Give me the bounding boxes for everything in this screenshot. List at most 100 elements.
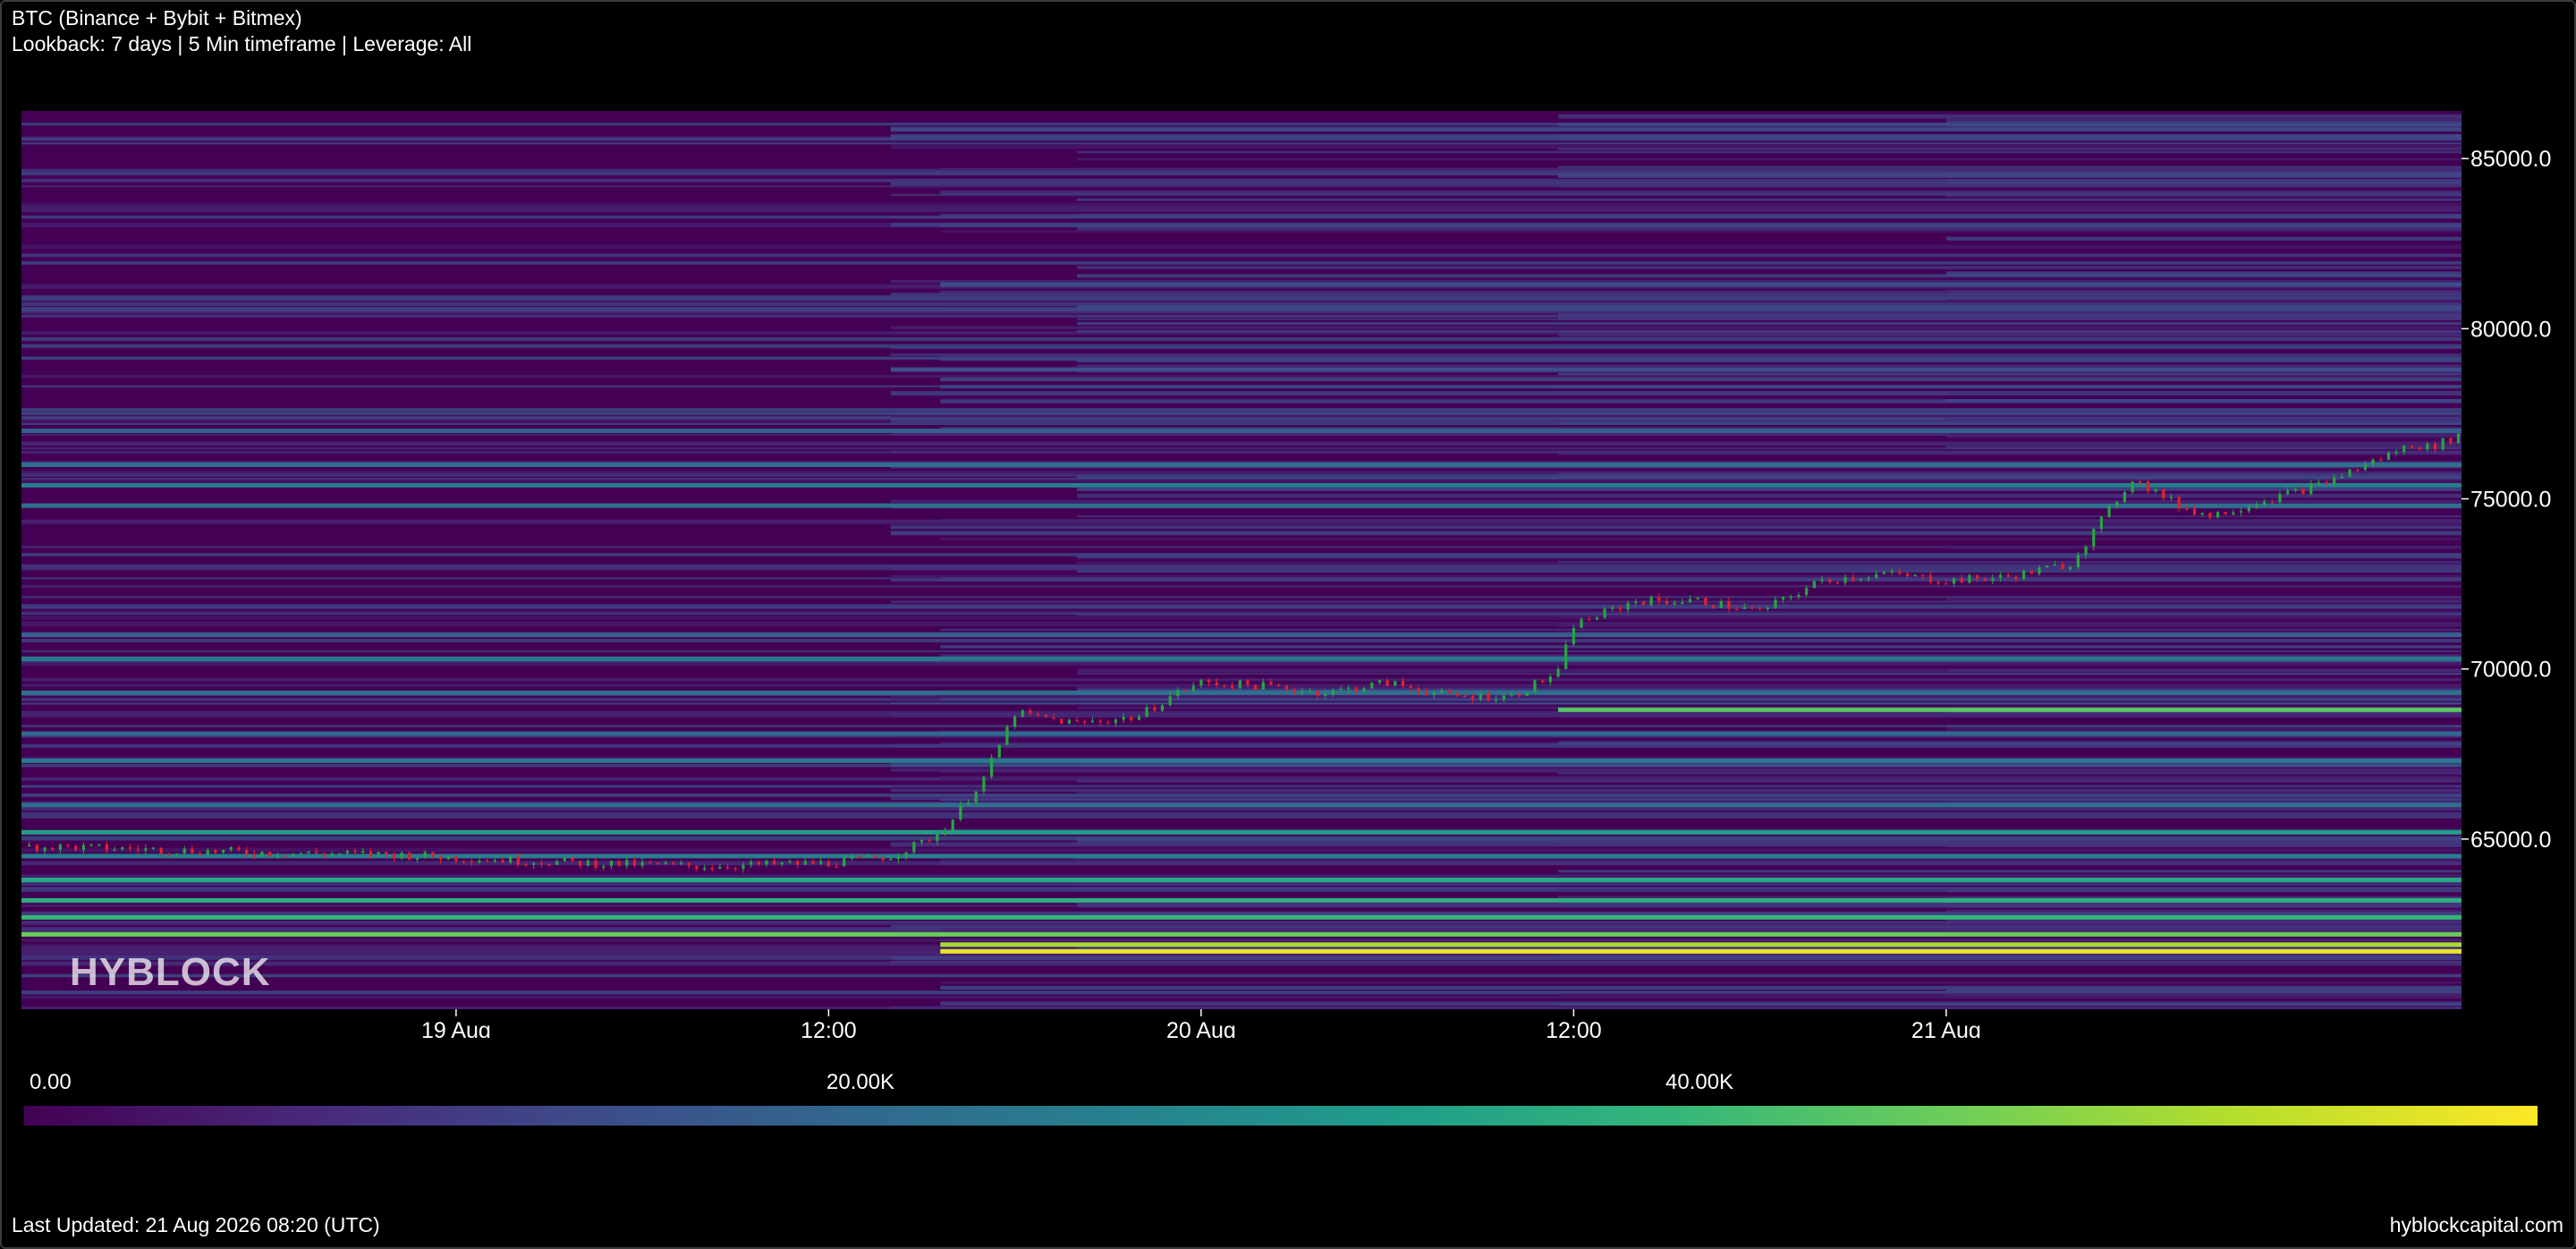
heat-band [940, 167, 2462, 171]
heat-band [1558, 838, 2462, 843]
candle-body [268, 852, 272, 856]
y-tick-label: 75000.0 [2470, 488, 2551, 513]
candle-body [943, 831, 947, 835]
heat-band [1077, 514, 2462, 518]
candle-body [741, 864, 745, 869]
candle-body [1719, 601, 1723, 608]
candle-body [2449, 438, 2453, 444]
candle-body [113, 849, 116, 851]
candle-body [1711, 605, 1716, 608]
candle-body [1417, 687, 1420, 692]
candle-body [640, 862, 644, 866]
candle-body [1230, 685, 1234, 689]
candle-body [2410, 446, 2414, 448]
candle-body [602, 866, 606, 868]
candle-body [2123, 492, 2127, 503]
heat-band [21, 861, 2462, 866]
liquidation-level [21, 877, 2462, 882]
candle-body [524, 863, 528, 866]
heat-band [21, 911, 2462, 916]
heat-band [890, 843, 2462, 847]
heat-band [21, 610, 2462, 614]
heat-band [21, 604, 2462, 609]
last-updated-text: Last Updated: 21 Aug 2026 08:20 (UTC) [12, 1213, 380, 1236]
candle-body [609, 861, 614, 867]
candle-body [1067, 719, 1071, 724]
candle-body [2154, 489, 2157, 492]
heat-band [940, 628, 2462, 632]
heat-band [1077, 329, 2462, 333]
heat-band [1077, 364, 2462, 367]
candle-body [1168, 696, 1172, 706]
candle-body [1153, 707, 1157, 711]
colorbar-labels: 0.00 20.00K 40.00K [0, 1070, 2576, 1097]
liquidation-level [940, 948, 2462, 954]
candle-body [1145, 707, 1148, 717]
candle-body [1548, 676, 1552, 683]
candle-body [1580, 618, 1583, 628]
heat-band [1558, 472, 2462, 476]
heat-band [21, 874, 2462, 878]
heat-band [890, 788, 2462, 792]
candle-body [2356, 469, 2360, 472]
candle-body [97, 844, 101, 846]
candle-body [1533, 680, 1537, 693]
candle-body [136, 848, 140, 851]
heat-band [890, 960, 2462, 964]
candle-body [912, 842, 916, 853]
candle-body [1998, 574, 2003, 578]
candle-body [237, 847, 241, 850]
candle-body [1758, 608, 1762, 610]
candle-body [1665, 600, 1669, 605]
candle-body [1952, 578, 1956, 584]
liquidation-heatmap-chart[interactable]: 65000.0 70000.0 75000.0 80000.0 85000.0 19 A… [0, 0, 2576, 1038]
candle-body [1401, 681, 1405, 686]
candle-body [803, 861, 807, 865]
heat-band [890, 222, 2462, 227]
heat-band [21, 411, 2462, 416]
heat-band [21, 202, 2462, 206]
candle-body [2402, 446, 2406, 453]
candle-body [1843, 577, 1847, 583]
colorbar-gradient [24, 1106, 2538, 1126]
heat-band [21, 725, 2462, 727]
liquidation-level [21, 633, 2462, 638]
candle-body [1284, 685, 1288, 690]
candle-body [974, 791, 978, 803]
candle-body [1835, 582, 1839, 584]
candle-body [105, 844, 109, 851]
candle-body [881, 857, 885, 861]
candle-body [819, 861, 823, 864]
footer-brand-link[interactable]: hyblockcapital.com [2390, 1213, 2563, 1237]
candle-body [1905, 574, 1910, 576]
candle-body [1021, 709, 1024, 717]
candle-body [478, 860, 481, 863]
heat-band [21, 205, 2462, 209]
candle-body [773, 860, 776, 864]
heat-band [1077, 226, 2462, 231]
candle-body [1455, 692, 1459, 696]
candle-body [2301, 489, 2305, 494]
heat-band [940, 378, 2462, 382]
candle-body [1130, 717, 1133, 720]
candle-body [1183, 690, 1188, 692]
heat-band [890, 524, 2462, 529]
candle-body [245, 849, 249, 854]
heat-band [890, 786, 2462, 789]
candle-body [1595, 617, 1598, 620]
candle-body [191, 848, 194, 854]
heat-band [21, 1006, 2462, 1009]
candle-body [2426, 443, 2429, 450]
candle-body [1075, 719, 1079, 722]
heat-band [1077, 321, 2462, 326]
candle-body [1525, 692, 1529, 696]
candle-body [1928, 574, 1933, 582]
candle-body [1447, 690, 1452, 693]
heat-band [21, 244, 2462, 250]
candle-body [850, 856, 854, 859]
candle-body [1347, 687, 1351, 689]
candle-body [493, 860, 496, 862]
heat-band [1558, 870, 2462, 873]
y-tick-label: 80000.0 [2470, 317, 2551, 342]
candle-body [2293, 489, 2297, 491]
